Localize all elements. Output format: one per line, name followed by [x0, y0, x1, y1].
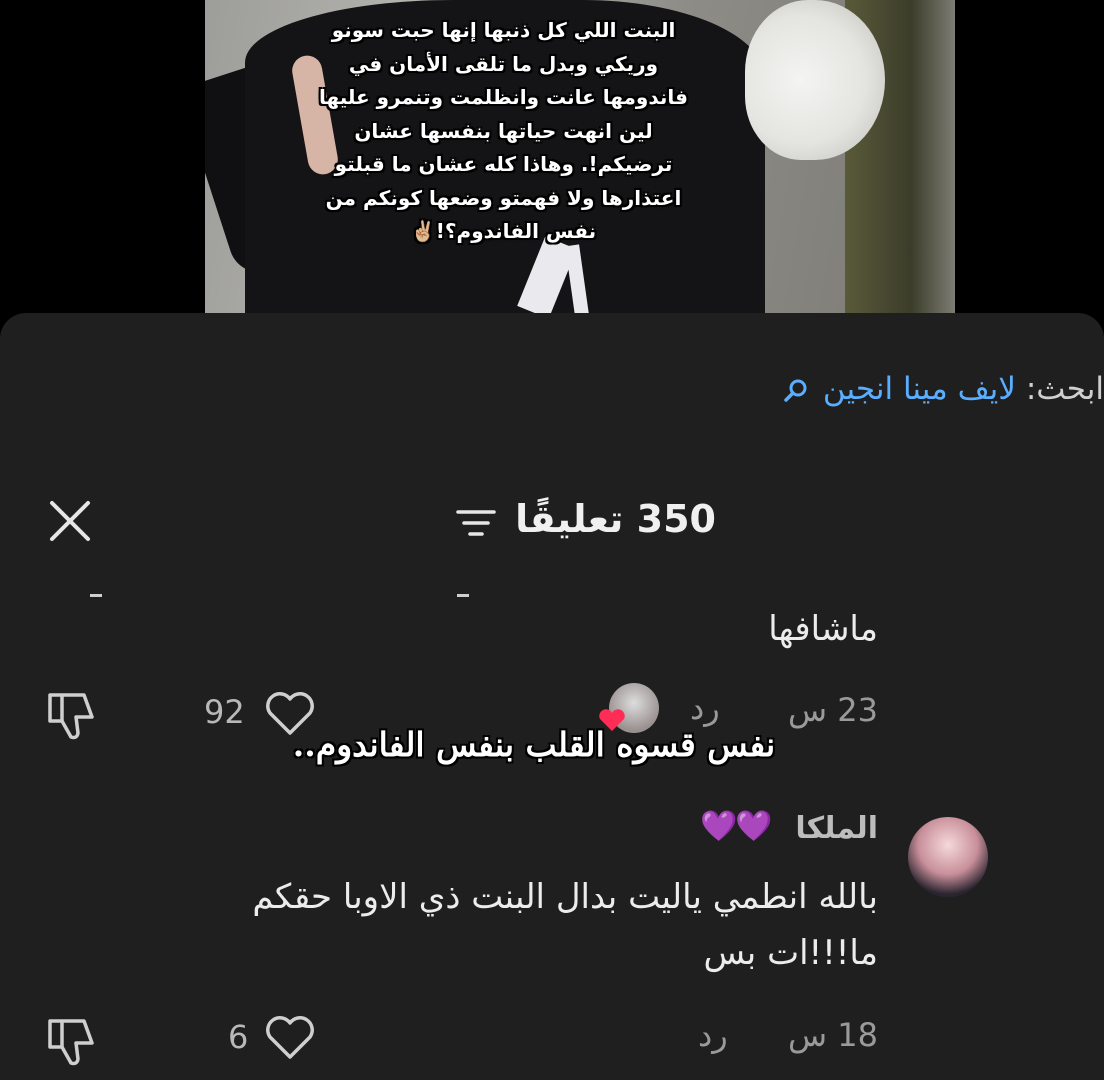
comment-author[interactable]: الملكا	[795, 811, 878, 846]
close-button[interactable]	[46, 499, 96, 545]
search-prefix: ابحث:	[1016, 371, 1104, 407]
search-term: لايف مينا انجين	[822, 371, 1016, 407]
search-icon	[784, 379, 807, 402]
comment-time: 23 س	[788, 691, 878, 729]
like-heart-icon[interactable]	[262, 1013, 318, 1061]
caption-line: البنت اللي كل ذنبها إنها حبت سونو	[331, 18, 676, 42]
comment-text: بالله انطمي ياليت بدال البنت ذي الاوبا ح…	[98, 869, 878, 981]
like-count: 6	[228, 1018, 249, 1056]
faded-mark	[90, 594, 102, 597]
commenter-avatar[interactable]	[908, 817, 988, 897]
caption-line: فاندومها عانت وانظلمت وتنمرو عليها	[318, 85, 688, 109]
author-hearts: 💜💜	[700, 809, 773, 844]
caption-line: وريكي وبدل ما تلقى الأمان في	[348, 51, 659, 76]
caption-line: ترضيكم!. وهاذا كله عشان ما قبلتو	[334, 152, 673, 176]
comment-line: بالله انطمي ياليت بدال البنت ذي الاوبا ح…	[252, 877, 878, 917]
comments-sheet: ابحث: لايف مينا انجين 350 تعليقًا ماشافه…	[0, 313, 1104, 1080]
faded-mark	[457, 594, 469, 597]
search-suggestion-link[interactable]: ابحث: لايف مينا انجين	[783, 371, 1104, 407]
caption-line: لين انهت حياتها بنفسها عشان	[354, 118, 653, 143]
video-caption: البنت اللي كل ذنبها إنها حبت سونو وريكي …	[205, 14, 802, 249]
comment-line: ما!!!ات بس	[703, 933, 878, 973]
close-icon	[50, 501, 90, 541]
video-overlay-text: نفس قسوه القلب بنفس الفاندوم..	[292, 725, 776, 764]
reply-button[interactable]: رد	[698, 1016, 728, 1054]
video-frame[interactable]: البنت اللي كل ذنبها إنها حبت سونو وريكي …	[205, 0, 955, 313]
caption-line: نفس الفاندوم؟!✌🏼	[410, 219, 597, 243]
comment-time: 18 س	[788, 1016, 878, 1054]
comment-count-title: 350 تعليقًا	[515, 497, 716, 541]
dislike-icon[interactable]	[44, 1015, 100, 1069]
reply-button[interactable]: رد	[690, 689, 720, 727]
comment-text: ماشافها	[768, 609, 878, 649]
caption-line: اعتذارها ولا فهمتو وضعها كونكم من	[325, 185, 682, 210]
